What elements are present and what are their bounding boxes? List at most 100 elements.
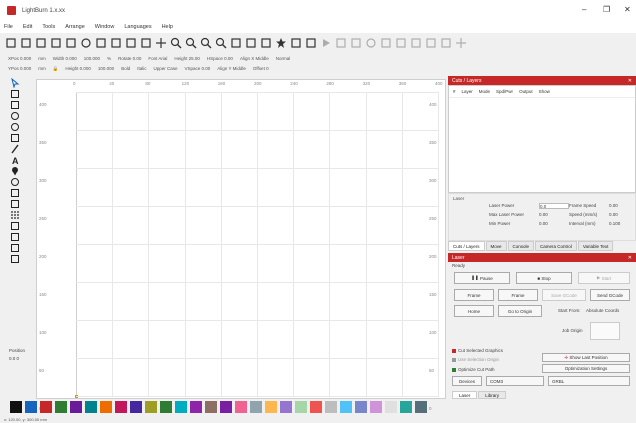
cuts-layers-list[interactable]: # Layer Mode Spd/Pwr Output Show: [448, 85, 636, 193]
align-x-select[interactable]: Align X Middle: [240, 56, 269, 61]
frame-circle-button[interactable]: Frame: [498, 289, 538, 301]
align-y-select[interactable]: Align Y Middle: [217, 66, 246, 71]
width-field[interactable]: Width 0.000: [53, 56, 77, 61]
menu-edit[interactable]: Edit: [23, 24, 32, 30]
tab-library[interactable]: Library: [478, 391, 507, 399]
close-button[interactable]: ✕: [624, 5, 631, 15]
stop-button[interactable]: ■ Stop: [516, 272, 572, 284]
font-select[interactable]: Font Arial: [148, 56, 167, 61]
vspace-field[interactable]: VSpace 0.00: [185, 66, 211, 71]
laser-power-input[interactable]: 0.0: [539, 203, 569, 209]
send-gcode-button[interactable]: Send GCode: [590, 289, 630, 301]
boolean-icon[interactable]: [305, 37, 317, 49]
grid-icon[interactable]: [8, 210, 22, 220]
save-gcode-button[interactable]: Save GCode: [542, 289, 586, 301]
palette-swatch[interactable]: [40, 401, 52, 413]
zoom-out-icon[interactable]: [185, 37, 197, 49]
palette-swatch[interactable]: [400, 401, 412, 413]
tab-console[interactable]: Console: [507, 241, 535, 251]
camera-icon[interactable]: [230, 37, 242, 49]
palette-swatch[interactable]: [265, 401, 277, 413]
mirror-icon[interactable]: [350, 37, 362, 49]
hspace-field[interactable]: HSpace 0.00: [207, 56, 233, 61]
circle-icon[interactable]: [8, 111, 22, 121]
tab-laser[interactable]: Laser: [452, 391, 478, 399]
palette-swatch[interactable]: [115, 401, 127, 413]
show-last-position-button[interactable]: ✛ Show Last Position: [542, 353, 630, 362]
palette-swatch[interactable]: [55, 401, 67, 413]
cut-icon[interactable]: [110, 37, 122, 49]
job-origin-grid[interactable]: [590, 322, 620, 340]
palette-swatch[interactable]: [25, 401, 37, 413]
height-pct[interactable]: 100.000: [98, 66, 114, 71]
minimize-button[interactable]: –: [582, 5, 586, 15]
text-icon[interactable]: A: [8, 155, 22, 165]
palette-swatch[interactable]: [280, 401, 292, 413]
maximize-button[interactable]: ❐: [603, 5, 610, 15]
xpos-field[interactable]: XPos 0.000: [8, 56, 31, 61]
import-icon[interactable]: [65, 37, 77, 49]
palette-swatch[interactable]: [70, 401, 82, 413]
palette-swatch[interactable]: [175, 401, 187, 413]
zoom-frame-icon[interactable]: [200, 37, 212, 49]
weld-icon[interactable]: [290, 37, 302, 49]
align-icon[interactable]: [410, 37, 422, 49]
zoom-in-icon[interactable]: [170, 37, 182, 49]
offset-icon[interactable]: [335, 37, 347, 49]
copy-along-path-icon[interactable]: [8, 232, 22, 242]
cut-shapes-icon[interactable]: [8, 188, 22, 198]
palette-swatch[interactable]: [355, 401, 367, 413]
play-icon[interactable]: [320, 37, 332, 49]
pause-button[interactable]: ❚❚ Pause: [454, 272, 510, 284]
normal-select[interactable]: Normal: [276, 56, 291, 61]
menu-help[interactable]: Help: [162, 24, 173, 30]
select-icon[interactable]: [8, 78, 22, 88]
plus-icon[interactable]: [455, 37, 467, 49]
text-height-field[interactable]: Height 25.00: [174, 56, 200, 61]
tabs-icon[interactable]: [8, 199, 22, 209]
zoom-page-icon[interactable]: [215, 37, 227, 49]
tab-camera-control[interactable]: Camera Control: [535, 241, 577, 251]
palette-swatch[interactable]: [205, 401, 217, 413]
palette-swatch[interactable]: [415, 401, 427, 413]
trace-icon[interactable]: [8, 243, 22, 253]
menu-tools[interactable]: Tools: [42, 24, 55, 30]
com-port-select[interactable]: COM3: [486, 376, 544, 386]
array-icon[interactable]: [425, 37, 437, 49]
optimize-checkbox[interactable]: Optimize Cut Path: [452, 367, 495, 372]
use-selection-origin-checkbox[interactable]: Use Selection Origin: [452, 357, 499, 362]
palette-swatch[interactable]: [250, 401, 262, 413]
bold-checkbox[interactable]: Bold: [121, 66, 130, 71]
polygon-icon[interactable]: [8, 133, 22, 143]
palette-swatch[interactable]: [100, 401, 112, 413]
palette-swatch[interactable]: [370, 401, 382, 413]
frame-button[interactable]: Frame: [454, 289, 494, 301]
paste-icon[interactable]: [125, 37, 137, 49]
palette-swatch[interactable]: [130, 401, 142, 413]
delete-icon[interactable]: [140, 37, 152, 49]
work-canvas[interactable]: 0 40 80 120 160 200 240 280 320 360 400 400 400 350 35…: [36, 79, 446, 411]
tab-move[interactable]: Move: [485, 241, 507, 251]
save-as-icon[interactable]: [50, 37, 62, 49]
save-icon[interactable]: [35, 37, 47, 49]
tab-cuts-layers[interactable]: Cuts / Layers: [448, 241, 485, 251]
go-to-origin-button[interactable]: Go to Origin: [498, 305, 542, 317]
star-icon[interactable]: [275, 37, 287, 49]
home-button[interactable]: Home: [454, 305, 494, 317]
copy-icon[interactable]: [95, 37, 107, 49]
distribute-icon[interactable]: [440, 37, 452, 49]
palette-swatch[interactable]: [220, 401, 232, 413]
settings-icon[interactable]: [80, 37, 92, 49]
pen-icon[interactable]: [8, 144, 22, 154]
ypos-field[interactable]: YPos 0.000: [8, 66, 31, 71]
edit-nodes-icon[interactable]: [8, 89, 22, 99]
menu-file[interactable]: File: [4, 24, 13, 30]
palette-swatch[interactable]: [190, 401, 202, 413]
palette-swatch[interactable]: [325, 401, 337, 413]
optimization-settings-button[interactable]: Optimization Settings: [542, 364, 630, 373]
italic-checkbox[interactable]: Italic: [137, 66, 146, 71]
width-pct[interactable]: 100.000: [84, 56, 100, 61]
ellipse-icon[interactable]: [8, 122, 22, 132]
palette-swatch[interactable]: [160, 401, 172, 413]
tab-variable-text[interactable]: Variable Text: [577, 241, 614, 251]
